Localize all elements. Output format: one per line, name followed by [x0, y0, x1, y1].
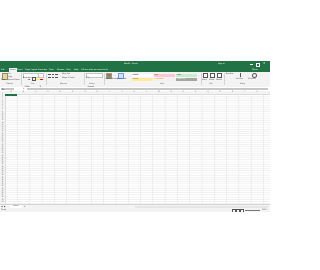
paste-button[interactable]: Paste	[1, 79, 6, 81]
insert-cells-button[interactable]: Insert	[202, 79, 207, 81]
zoom-level[interactable]: 100%	[262, 208, 267, 212]
status-ready: Ready	[1, 209, 7, 211]
editing-group-label: Editing	[240, 84, 245, 86]
italic-button[interactable]: I	[26, 77, 27, 79]
insert-function-button[interactable]: fx	[23, 88, 24, 91]
find-select-button[interactable]: Find & Select	[248, 79, 256, 81]
insert-cells-icon[interactable]	[203, 73, 208, 78]
window-title: Book1 - Excel	[124, 62, 138, 65]
format-cells-icon[interactable]	[217, 73, 222, 78]
fill-color-icon[interactable]	[36, 79, 39, 80]
align-top-icon[interactable]	[48, 73, 51, 77]
format-as-table-button[interactable]: Format as Table	[117, 79, 126, 81]
number-group-label: Number	[89, 84, 95, 86]
delete-cells-button[interactable]: Delete	[209, 79, 214, 81]
align-left-icon[interactable]	[48, 77, 51, 80]
close-icon[interactable]: ✕	[263, 62, 266, 65]
alignment-group-label: Alignment	[60, 84, 68, 86]
sort-filter-button[interactable]: Sort & Filter	[236, 79, 243, 81]
font-color-icon[interactable]	[40, 79, 43, 80]
align-center-icon[interactable]	[51, 77, 54, 80]
excel-window: Book1 - Excel Sign in ✕ File Home Insert Pa…	[0, 61, 270, 212]
ribbon: Paste Cut Copy Format Painter Clipboard …	[0, 72, 270, 88]
format-painter-button[interactable]: Format Painter	[8, 79, 20, 81]
cells-group-label: Cells	[209, 84, 213, 86]
underline-button[interactable]: U	[29, 77, 30, 79]
cell-style-calculation[interactable]: Calculation	[154, 77, 175, 81]
name-box[interactable]: A1	[0, 87, 14, 91]
delete-cells-icon[interactable]	[210, 73, 215, 78]
page-break-view-icon[interactable]	[240, 209, 244, 212]
sign-in-link[interactable]: Sign in	[218, 63, 225, 66]
clipboard-group-label: Clipboard	[6, 84, 13, 86]
worksheet-grid[interactable]	[5, 94, 270, 204]
wrap-text-button[interactable]: Wrap Text	[62, 73, 70, 75]
currency-button[interactable]: $ % ,	[86, 77, 90, 79]
find-select-icon[interactable]	[252, 73, 257, 78]
cell-style-bad[interactable]: Bad	[154, 73, 175, 77]
align-middle-icon[interactable]	[51, 73, 54, 77]
sort-filter-icon[interactable]	[240, 73, 244, 77]
font-group-label: Font	[31, 84, 35, 86]
font-size-select[interactable]: 11	[38, 73, 44, 88]
status-bar: Ready 100%	[0, 208, 270, 212]
align-right-icon[interactable]	[55, 77, 58, 80]
merge-center-button[interactable]: Merge & Center	[62, 77, 75, 79]
styles-group-label: Styles	[160, 84, 165, 86]
cell-style-normal[interactable]: Normal	[132, 73, 153, 77]
align-bottom-icon[interactable]	[55, 73, 58, 77]
cell-style-check-cell[interactable]: Check Cell	[176, 77, 197, 81]
cell-style-neutral[interactable]: Neutral	[132, 77, 153, 81]
formula-input[interactable]	[27, 87, 268, 91]
bold-button[interactable]: B	[23, 77, 24, 79]
format-cells-button[interactable]: Format	[216, 79, 222, 81]
cell-style-good[interactable]: Good	[176, 73, 197, 77]
active-cell-selection[interactable]	[5, 94, 18, 97]
autosum-button[interactable]: AutoSum	[226, 73, 233, 75]
